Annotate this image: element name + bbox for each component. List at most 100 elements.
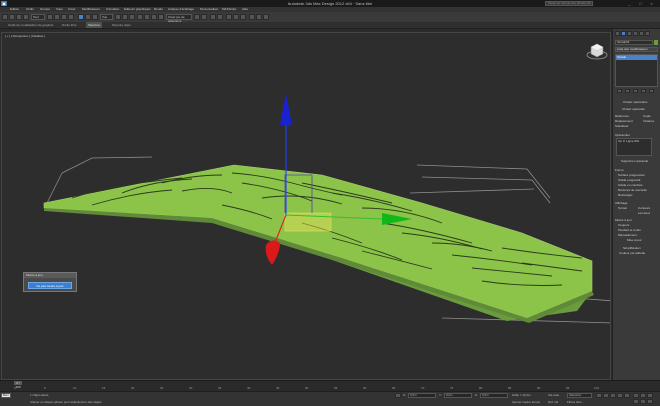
next-frame-icon[interactable]	[617, 393, 623, 398]
maxscript-listener[interactable]: Bien. Chargement du monde...	[1, 393, 11, 398]
modify-tab-icon[interactable]	[621, 31, 626, 36]
ribbon-tab[interactable]: Droite libre	[62, 22, 77, 28]
update-button[interactable]: Mise à jour	[627, 238, 642, 242]
keyboard-shortcut-icon[interactable]	[129, 14, 135, 20]
select-by-name-icon[interactable]	[54, 14, 60, 20]
radio-display-both[interactable]: Les deux	[638, 211, 650, 215]
percent-snap-icon[interactable]	[151, 14, 157, 20]
radio-move[interactable]: Déplacement	[615, 119, 633, 123]
pick-operands-rollout[interactable]: Choisir opérandes	[623, 100, 647, 104]
key-filters-button[interactable]: Filtres clés...	[567, 400, 584, 404]
zoom-icon[interactable]	[633, 393, 639, 398]
radio-graded-surface[interactable]: Surface progressive	[618, 173, 645, 177]
select-object-icon[interactable]	[47, 14, 53, 20]
zoom-all-icon[interactable]	[640, 393, 646, 398]
z-coord-field[interactable]: 0,0m	[480, 393, 508, 398]
angle-snap-icon[interactable]	[144, 14, 150, 20]
delete-operand-button[interactable]: Supprimer opérande	[621, 159, 648, 163]
checkbox-stitch-border[interactable]: Bordures de raccordé	[618, 188, 647, 192]
select-and-scale-icon[interactable]	[92, 14, 98, 20]
configure-sets-icon[interactable]	[649, 89, 654, 93]
redo-icon[interactable]	[9, 14, 15, 20]
select-and-rotate-icon[interactable]	[85, 14, 91, 20]
play-icon[interactable]	[610, 393, 616, 398]
radio-graded-solid[interactable]: Solide progressif	[618, 178, 640, 182]
select-and-move-icon[interactable]	[78, 14, 84, 20]
rendered-frame-icon[interactable]	[256, 14, 262, 20]
ribbon-tab-active[interactable]: Sélection	[86, 22, 103, 28]
remove-modifier-icon[interactable]	[641, 89, 646, 93]
help-search-input[interactable]: Tapez un mot ou une phrase clé	[545, 1, 593, 6]
checkbox-retriangulate[interactable]: Retriangler	[618, 193, 633, 197]
y-coord-field[interactable]: 0,0m	[444, 393, 472, 398]
lock-selection-icon[interactable]	[395, 393, 401, 398]
field-of-view-icon[interactable]	[633, 399, 639, 404]
x-coord-field[interactable]: 0,0m	[408, 393, 436, 398]
pivot-center-icon[interactable]	[115, 14, 121, 20]
snap-toggle-icon[interactable]	[137, 14, 143, 20]
make-unique-icon[interactable]	[633, 89, 638, 93]
radio-copy[interactable]: Copie	[643, 114, 651, 118]
material-editor-icon[interactable]	[240, 14, 246, 20]
ribbon-tab[interactable]: Peinture objet	[112, 22, 131, 28]
go-to-end-icon[interactable]	[624, 393, 630, 398]
orbit-icon[interactable]	[647, 399, 653, 404]
close-icon[interactable]: ×	[649, 1, 654, 6]
unlink-icon[interactable]	[23, 14, 29, 20]
radio-display-terrain[interactable]: Terrain	[618, 206, 627, 210]
link-icon[interactable]	[16, 14, 22, 20]
undo-icon[interactable]	[2, 14, 8, 20]
object-name-field[interactable]: Terrain01	[615, 40, 653, 45]
radio-update-render[interactable]: Pendant le rendu	[618, 228, 641, 232]
object-color-swatch[interactable]	[654, 40, 658, 45]
modifier-stack[interactable]: Terrain	[615, 54, 658, 87]
create-tab-icon[interactable]	[615, 31, 620, 36]
named-selection-dropdown[interactable]: Créer jeu de sélections	[166, 14, 192, 23]
display-tab-icon[interactable]	[639, 31, 644, 36]
simplification-rollout[interactable]: Simplification	[623, 246, 641, 250]
radio-update-always[interactable]: Toujours	[618, 223, 629, 227]
curve-editor-icon[interactable]	[226, 14, 232, 20]
render-setup-icon[interactable]	[249, 14, 255, 20]
add-time-tag[interactable]: Ajouter repère temps	[512, 400, 540, 404]
graphite-toggle-icon[interactable]	[217, 14, 223, 20]
select-manipulate-icon[interactable]	[122, 14, 128, 20]
autokey-button[interactable]: Clé auto	[548, 393, 559, 397]
radio-instance[interactable]: Instance	[643, 119, 654, 123]
modifier-list-dropdown[interactable]: Liste des modificateurs	[615, 47, 658, 52]
layer-manager-icon[interactable]	[210, 14, 216, 20]
utilities-tab-icon[interactable]	[645, 31, 650, 36]
minimize-icon[interactable]: _	[627, 1, 632, 6]
operands-list[interactable]: Op 0: Ligne 001	[616, 138, 652, 156]
maximize-icon[interactable]: □	[638, 1, 643, 6]
motion-tab-icon[interactable]	[633, 31, 638, 36]
viewcube-icon[interactable]	[586, 41, 608, 63]
selection-set-dropdown[interactable]: Sélection	[567, 393, 592, 398]
go-to-start-icon[interactable]	[596, 393, 602, 398]
schematic-view-icon[interactable]	[233, 14, 239, 20]
no-update-button[interactable]: Ne pas mettre à jour	[28, 282, 72, 289]
ribbon-tab[interactable]: Outils de modélisation de graphite	[8, 22, 53, 28]
reference-coordinate-dropdown[interactable]: Vue	[100, 14, 113, 20]
radio-display-contour[interactable]: Contours	[638, 206, 650, 210]
pan-icon[interactable]	[640, 399, 646, 404]
pin-stack-icon[interactable]	[617, 89, 622, 93]
render-teapot-icon[interactable]	[263, 14, 269, 20]
hierarchy-tab-icon[interactable]	[627, 31, 632, 36]
window-crossing-icon[interactable]	[68, 14, 74, 20]
zoom-extents-icon[interactable]	[647, 393, 653, 398]
set-key-button[interactable]: Déf. clé	[548, 400, 558, 404]
pick-operand-button[interactable]: Choisir opérande	[622, 107, 645, 111]
radio-layered-solid[interactable]: Solide en couches	[618, 183, 643, 187]
perspective-viewport[interactable]: [ + ] [ Perspective ] [ Réaliste ]	[1, 32, 611, 380]
radio-overwrite[interactable]: Substituer	[615, 124, 629, 128]
radio-update-manual[interactable]: Manuellement	[618, 233, 637, 237]
selection-filter-dropdown[interactable]: Tout	[31, 14, 45, 20]
spinner-snap-icon[interactable]	[158, 14, 164, 20]
align-icon[interactable]	[201, 14, 207, 20]
selection-region-icon[interactable]	[61, 14, 67, 20]
show-end-result-icon[interactable]	[625, 89, 630, 93]
color-by-elevation-rollout[interactable]: Couleur par altitude	[619, 251, 645, 255]
stack-item[interactable]: Terrain	[616, 55, 657, 60]
time-slider[interactable]: 0 / 100	[14, 381, 22, 389]
